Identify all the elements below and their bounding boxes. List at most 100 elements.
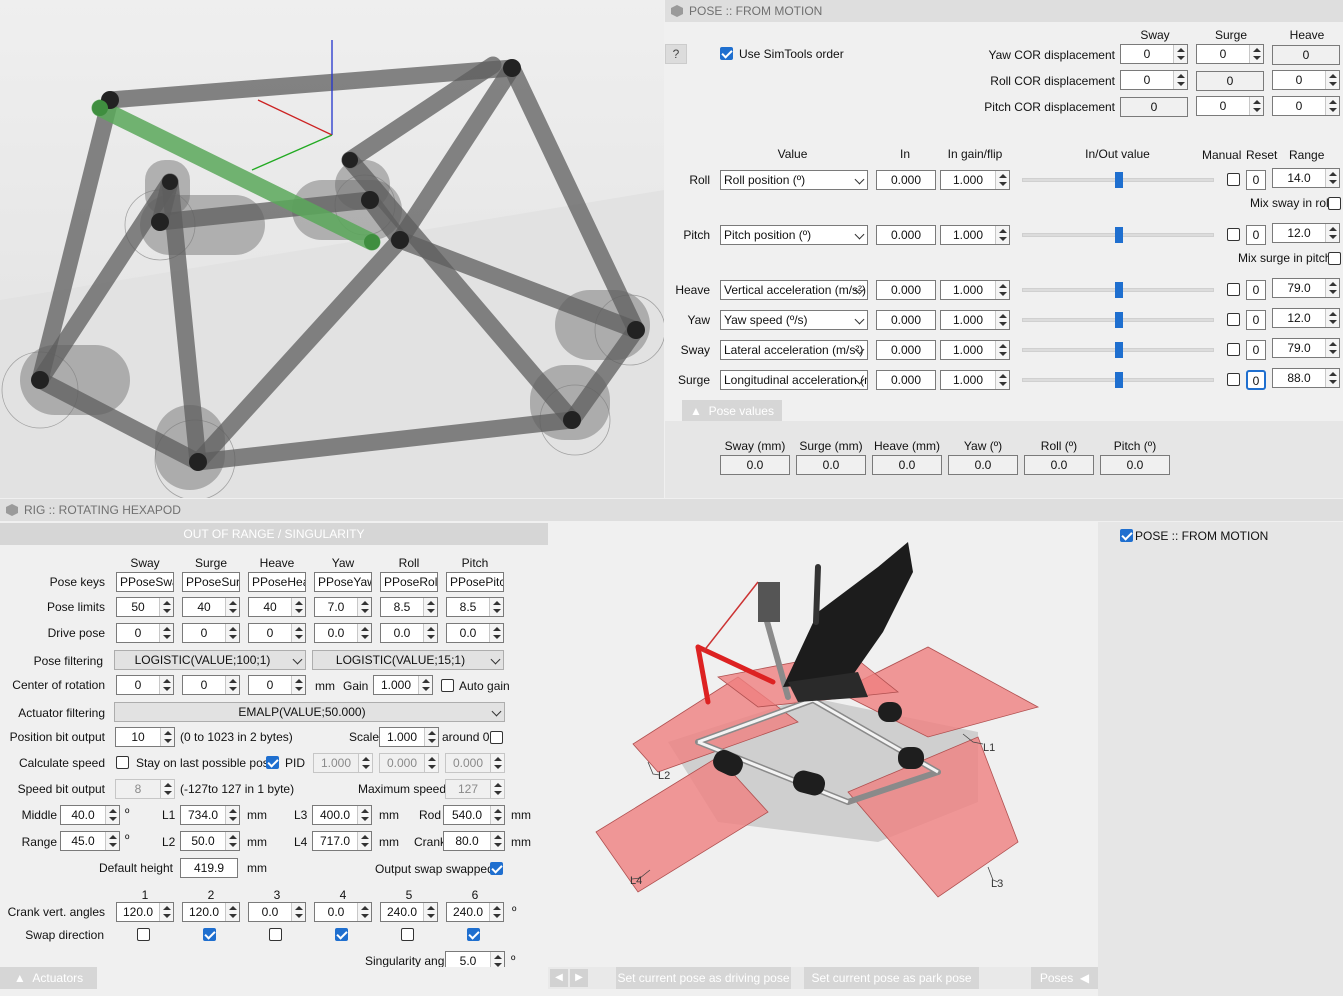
calculate-speed-checkbox[interactable]	[116, 756, 129, 769]
drive-pose-0[interactable]: 0	[116, 623, 174, 643]
pose-limit-2[interactable]: 40	[248, 597, 306, 617]
prev-button[interactable]: ◀	[550, 969, 568, 987]
auto-gain-checkbox[interactable]	[441, 679, 454, 692]
axis-range-3[interactable]: 12.0	[1272, 308, 1340, 328]
rig-3d-view[interactable]: L1 L2 L3 L4	[548, 522, 1098, 967]
axis-inout-thumb-4[interactable]	[1115, 342, 1123, 358]
pid-p-input[interactable]: 1.000	[313, 753, 373, 773]
hexapod-3d-view[interactable]	[0, 0, 664, 498]
position-bit-input[interactable]: 10	[115, 727, 175, 747]
axis-inout-thumb-3[interactable]	[1115, 312, 1123, 328]
axis-manual-checkbox-0[interactable]	[1227, 173, 1240, 186]
l1-input[interactable]: 734.0	[180, 805, 240, 825]
pose-from-motion-checkbox[interactable]	[1120, 529, 1133, 542]
actuator-filtering-combo[interactable]: EMALP(VALUE;50.000)	[114, 702, 505, 722]
drive-pose-2[interactable]: 0	[248, 623, 306, 643]
axis-manual-checkbox-3[interactable]	[1227, 313, 1240, 326]
swap-direction-checkbox-5[interactable]	[467, 928, 480, 941]
drive-pose-5[interactable]: 0.0	[446, 623, 504, 643]
swap-direction-checkbox-2[interactable]	[269, 928, 282, 941]
drive-pose-1[interactable]: 0	[182, 623, 240, 643]
axis-inout-thumb-2[interactable]	[1115, 282, 1123, 298]
axis-inout-slider-0[interactable]	[1022, 172, 1214, 188]
swap-direction-checkbox-4[interactable]	[401, 928, 414, 941]
crank-input[interactable]: 80.0	[443, 831, 505, 851]
drive-pose-4[interactable]: 0.0	[380, 623, 438, 643]
cor-yaw-surge[interactable]: 0	[1196, 44, 1264, 64]
set-driving-pose-button[interactable]: Set current pose as driving pose	[616, 967, 791, 989]
crank-angle-2[interactable]: 0.0	[248, 902, 306, 922]
axis-range-2[interactable]: 79.0	[1272, 278, 1340, 298]
center-of-rotation-0[interactable]: 0	[116, 675, 174, 695]
output-swap-checkbox[interactable]	[490, 862, 503, 875]
mix-sway-checkbox[interactable]	[1328, 197, 1341, 210]
middle-input[interactable]: 40.0	[60, 805, 120, 825]
cor-pitch-heave[interactable]: 0	[1272, 96, 1340, 116]
axis-inout-slider-5[interactable]	[1022, 372, 1214, 388]
crank-angle-3[interactable]: 0.0	[314, 902, 372, 922]
pid-d-input[interactable]: 0.000	[445, 753, 505, 773]
pose-limit-3[interactable]: 7.0	[314, 597, 372, 617]
axis-inout-slider-3[interactable]	[1022, 312, 1214, 328]
axis-source-combo-2[interactable]: Vertical acceleration (m/s²)	[720, 280, 868, 300]
axis-inout-slider-2[interactable]	[1022, 282, 1214, 298]
crank-angle-5[interactable]: 240.0	[446, 902, 504, 922]
pose-filtering-combo-1[interactable]: LOGISTIC(VALUE;100;1)	[114, 650, 306, 670]
axis-range-4[interactable]: 79.0	[1272, 338, 1340, 358]
cor-roll-sway[interactable]: 0	[1120, 70, 1188, 90]
axis-range-5[interactable]: 88.0	[1272, 368, 1340, 388]
set-park-pose-button[interactable]: Set current pose as park pose	[804, 967, 979, 989]
axis-reset-button-0[interactable]: 0	[1246, 170, 1266, 190]
axis-reset-button-5[interactable]: 0	[1246, 370, 1266, 390]
next-button[interactable]: ▶	[570, 969, 588, 987]
axis-gain-4[interactable]: 1.000	[940, 340, 1010, 360]
axis-manual-checkbox-5[interactable]	[1227, 373, 1240, 386]
speed-bit-input[interactable]: 8	[115, 779, 175, 799]
l3-input[interactable]: 400.0	[312, 805, 372, 825]
simtools-order-checkbox[interactable]	[720, 47, 733, 60]
l4-input[interactable]: 717.0	[312, 831, 372, 851]
axis-reset-button-1[interactable]: 0	[1246, 225, 1266, 245]
axis-source-combo-1[interactable]: Pitch position (º)	[720, 225, 868, 245]
mix-surge-checkbox[interactable]	[1328, 252, 1341, 265]
crank-angle-4[interactable]: 240.0	[380, 902, 438, 922]
axis-manual-checkbox-2[interactable]	[1227, 283, 1240, 296]
axis-source-combo-4[interactable]: Lateral acceleration (m/s²)	[720, 340, 868, 360]
around-zero-checkbox[interactable]	[490, 731, 503, 744]
max-speed-input[interactable]: 127	[445, 779, 505, 799]
out-of-range-tab[interactable]: OUT OF RANGE / SINGULARITY	[0, 523, 548, 545]
axis-inout-slider-4[interactable]	[1022, 342, 1214, 358]
axis-gain-1[interactable]: 1.000	[940, 225, 1010, 245]
pose-key-3[interactable]: PPoseYaw	[314, 572, 372, 592]
pose-limit-5[interactable]: 8.5	[446, 597, 504, 617]
axis-inout-slider-1[interactable]	[1022, 227, 1214, 243]
axis-reset-button-4[interactable]: 0	[1246, 340, 1266, 360]
pose-values-tab[interactable]: ▲ Pose values	[682, 400, 782, 422]
pose-limit-4[interactable]: 8.5	[380, 597, 438, 617]
poses-tab[interactable]: Poses ◀	[1031, 967, 1098, 989]
axis-range-1[interactable]: 12.0	[1272, 223, 1340, 243]
axis-gain-3[interactable]: 1.000	[940, 310, 1010, 330]
center-of-rotation-1[interactable]: 0	[182, 675, 240, 695]
gain-input[interactable]: 1.000	[373, 675, 433, 695]
range-input[interactable]: 45.0	[60, 831, 120, 851]
actuators-tab[interactable]: ▲ Actuators	[0, 967, 97, 989]
center-of-rotation-2[interactable]: 0	[248, 675, 306, 695]
crank-angle-1[interactable]: 120.0	[182, 902, 240, 922]
drive-pose-3[interactable]: 0.0	[314, 623, 372, 643]
pose-limit-0[interactable]: 50	[116, 597, 174, 617]
cor-pitch-surge[interactable]: 0	[1196, 96, 1264, 116]
help-button[interactable]: ?	[665, 44, 687, 64]
pose-limit-1[interactable]: 40	[182, 597, 240, 617]
pose-key-1[interactable]: PPoseSurge	[182, 572, 240, 592]
axis-range-0[interactable]: 14.0	[1272, 168, 1340, 188]
swap-direction-checkbox-1[interactable]	[203, 928, 216, 941]
pose-key-2[interactable]: PPoseHeave	[248, 572, 306, 592]
axis-inout-thumb-0[interactable]	[1115, 172, 1123, 188]
crank-angle-0[interactable]: 120.0	[116, 902, 174, 922]
stay-last-pose-checkbox[interactable]	[266, 756, 279, 769]
axis-manual-checkbox-4[interactable]	[1227, 343, 1240, 356]
axis-inout-thumb-5[interactable]	[1115, 372, 1123, 388]
axis-source-combo-3[interactable]: Yaw speed (º/s)	[720, 310, 868, 330]
pose-key-4[interactable]: PPoseRoll	[380, 572, 438, 592]
